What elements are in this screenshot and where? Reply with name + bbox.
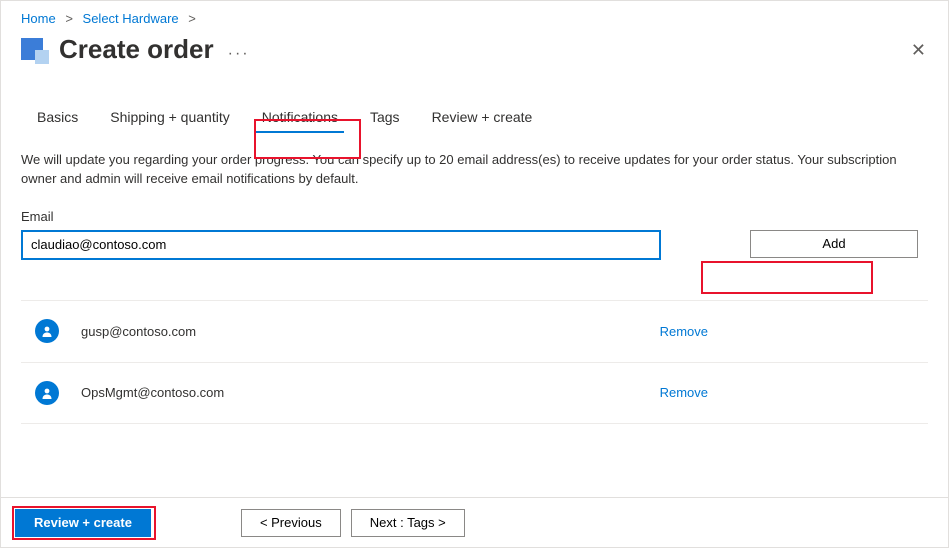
order-icon — [21, 36, 49, 64]
page-title: Create order — [59, 34, 214, 65]
breadcrumb: Home > Select Hardware > — [1, 1, 948, 32]
remove-link[interactable]: Remove — [660, 385, 708, 400]
footer: Review + create < Previous Next : Tags > — [1, 497, 948, 547]
remove-link[interactable]: Remove — [660, 324, 708, 339]
email-list: gusp@contoso.com Remove OpsMgmt@contoso.… — [1, 260, 948, 424]
review-create-button[interactable]: Review + create — [15, 509, 151, 537]
breadcrumb-home[interactable]: Home — [21, 11, 56, 26]
email-input-row: Add — [1, 228, 948, 260]
tab-shipping[interactable]: Shipping + quantity — [94, 101, 245, 135]
user-icon — [35, 319, 59, 343]
previous-button[interactable]: < Previous — [241, 509, 341, 537]
breadcrumb-select-hardware[interactable]: Select Hardware — [83, 11, 179, 26]
email-address: OpsMgmt@contoso.com — [81, 385, 660, 400]
chevron-right-icon: > — [65, 11, 73, 26]
chevron-right-icon: > — [188, 11, 196, 26]
email-address: gusp@contoso.com — [81, 324, 660, 339]
list-item: OpsMgmt@contoso.com Remove — [21, 362, 928, 424]
next-button[interactable]: Next : Tags > — [351, 509, 465, 537]
tabs: Basics Shipping + quantity Notifications… — [1, 69, 948, 135]
close-icon[interactable]: ✕ — [911, 40, 926, 61]
tab-basics[interactable]: Basics — [21, 101, 94, 135]
description-text: We will update you regarding your order … — [1, 135, 948, 189]
tab-tags[interactable]: Tags — [354, 101, 416, 135]
tab-notifications[interactable]: Notifications — [246, 101, 354, 135]
add-button[interactable]: Add — [750, 230, 918, 258]
tab-review[interactable]: Review + create — [416, 101, 549, 135]
email-label: Email — [1, 189, 948, 228]
email-input[interactable] — [21, 230, 661, 260]
list-item: gusp@contoso.com Remove — [21, 300, 928, 362]
user-icon — [35, 381, 59, 405]
more-icon[interactable]: ··· — [228, 45, 250, 63]
title-row: Create order ··· ✕ — [1, 32, 948, 69]
